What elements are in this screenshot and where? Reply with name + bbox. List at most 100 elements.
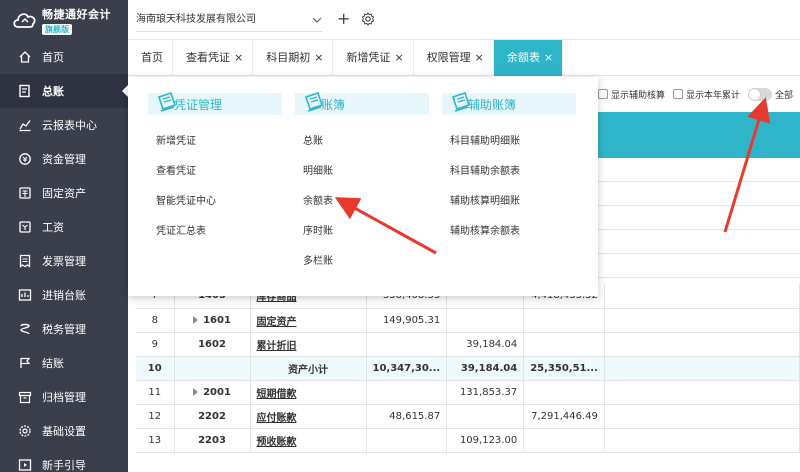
tab-3[interactable]: 科目期初 × [253,40,334,76]
table-row[interactable]: 12 2202 应付账款 48,615.87 7,291,446.49 [136,404,800,429]
sidebar-item-label: 进销台账 [42,289,86,302]
cell-name[interactable]: 短期借款 [250,380,367,405]
tab-6[interactable]: 余额表 × [493,40,564,76]
sidebar-item-4[interactable]: 资金管理 [0,142,128,176]
cell-no: 10 [136,356,175,381]
table-row[interactable]: 9 1602 累计折旧 39,184.04 [136,332,800,357]
show-year-label: 显示本年累计 [686,90,741,101]
cell-name[interactable]: 预收账款 [250,428,367,453]
cell-empty [604,356,800,381]
company-name: 海南琅天科技发展有限公司 [136,14,256,25]
menu-item[interactable]: 新增凭证 [148,127,282,157]
gear-icon[interactable] [361,12,375,26]
tab-5[interactable]: 权限管理 × [414,40,494,76]
cell-name[interactable]: 固定资产 [250,308,367,333]
sidebar-item-12[interactable]: 基础设置 [0,414,128,448]
logo-name: 畅捷通好会计 [42,7,111,21]
tab-1[interactable]: 首页 [128,40,173,76]
cell-empty [604,284,800,309]
tab-label: 查看凭证 [186,51,230,64]
sidebar-item-label: 资金管理 [42,153,86,166]
sidebar-item-5[interactable]: 固定资产 [0,176,128,210]
expand-icon[interactable] [193,315,199,324]
tab-2[interactable]: 查看凭证 × [173,40,254,76]
sidebar-item-13[interactable]: 新手引导 [0,448,128,472]
book-icon [303,91,324,113]
close-icon[interactable]: × [475,51,484,64]
menu-item[interactable]: 多栏账 [295,247,429,277]
table-row[interactable]: 10 资产小计 10,347,30... 39,184.04 25,350,51... [136,356,800,381]
menu-column-1: 凭证管理 新增凭证 查看凭证 智能凭证中心 凭证汇总表 [148,91,282,247]
add-icon[interactable]: + [337,10,350,28]
toggle-knob [749,88,761,100]
cell-name: 资产小计 [250,356,367,381]
menu-item[interactable]: 查看凭证 [148,157,282,187]
cell-name[interactable]: 应付账款 [250,404,367,429]
cell-text: 11 [148,386,162,398]
cell-text: 39,184.04 [466,338,518,350]
cell-c4 [366,380,448,405]
guide-icon [18,458,32,472]
tab-4[interactable]: 新增凭证 × [333,40,414,76]
cell-text: 8 [151,314,158,326]
cell-empty [604,332,800,357]
table-row[interactable]: 13 2203 预收账款 109,123.00 [136,428,800,453]
toggle-label: 全部 [775,90,794,101]
cell-name[interactable]: 累计折旧 [250,332,367,357]
sidebar-item-label: 结账 [42,357,64,370]
close-account-icon [18,356,32,370]
close-icon[interactable]: × [234,51,243,64]
show-year-checkbox[interactable]: 显示本年累计 [673,88,740,101]
close-icon[interactable]: × [544,51,553,64]
sidebar-item-3[interactable]: 云报表中心 [0,108,128,142]
tab-label: 科目期初 [266,51,311,64]
menu-item[interactable]: 序时账 [295,217,429,247]
show-aux-checkbox[interactable]: 显示辅助核算 [598,88,665,101]
menu-item[interactable]: 辅助核算余额表 [442,217,576,247]
tax-icon [18,322,32,336]
sidebar-item-8[interactable]: 进销台账 [0,278,128,312]
invoice-icon [18,254,32,268]
cell-code [174,356,251,381]
sidebar-item-9[interactable]: 税务管理 [0,312,128,346]
chevron-down-icon [312,17,322,23]
close-icon[interactable]: × [314,51,323,64]
menu-item[interactable]: 凭证汇总表 [148,217,282,247]
cell-text: 1602 [198,338,226,350]
menu-item[interactable]: 明细账 [295,157,429,187]
sidebar-item-6[interactable]: 工资 [0,210,128,244]
menu-item[interactable]: 科目辅助明细账 [442,127,576,157]
cell-text: 固定资产 [256,316,297,328]
menu-item[interactable]: 余额表 [295,187,429,217]
sidebar-item-10[interactable]: 结账 [0,346,128,380]
table-row-lines [598,158,800,278]
cell-text: 1601 [203,314,231,326]
expand-icon[interactable] [193,387,199,396]
all-toggle[interactable] [748,87,773,101]
cell-no: 8 [136,308,175,333]
checkbox-icon [598,89,608,99]
report-options: 显示辅助核算 显示本年累计 全部 [598,84,793,104]
menu-item[interactable]: 智能凭证中心 [148,187,282,217]
menu-column-title: 辅助账簿 [442,91,576,115]
sidebar-item-label: 云报表中心 [42,119,97,132]
cell-text: 应付账款 [256,412,297,424]
close-icon[interactable]: × [394,51,403,64]
company-select[interactable]: 海南琅天科技发展有限公司 [136,8,322,32]
cell-text: 131,853.37 [459,386,518,398]
sidebar-item-7[interactable]: 发票管理 [0,244,128,278]
salary-icon [18,220,32,234]
ledger-dropdown-menu: 凭证管理 新增凭证 查看凭证 智能凭证中心 凭证汇总表 账簿 总账 明细账 余额表 序时账 多栏账辅… [128,77,598,296]
table-header [598,112,800,158]
sidebar-item-1[interactable]: 首页 [0,40,128,74]
sidebar-item-11[interactable]: 归档管理 [0,380,128,414]
sidebar-item-2[interactable]: 总账 [0,74,128,108]
menu-item[interactable]: 辅助核算明细账 [442,187,576,217]
table-row[interactable]: 8 1601 固定资产 149,905.31 [136,308,800,333]
menu-item[interactable]: 总账 [295,127,429,157]
cell-c5 [446,308,525,333]
table-row[interactable]: 11 2001 短期借款 131,853.37 [136,380,800,405]
cell-code: 2203 [174,428,251,453]
menu-item[interactable]: 科目辅助余额表 [442,157,576,187]
app-logo[interactable]: 畅捷通好会计 旗舰版 [0,0,128,40]
